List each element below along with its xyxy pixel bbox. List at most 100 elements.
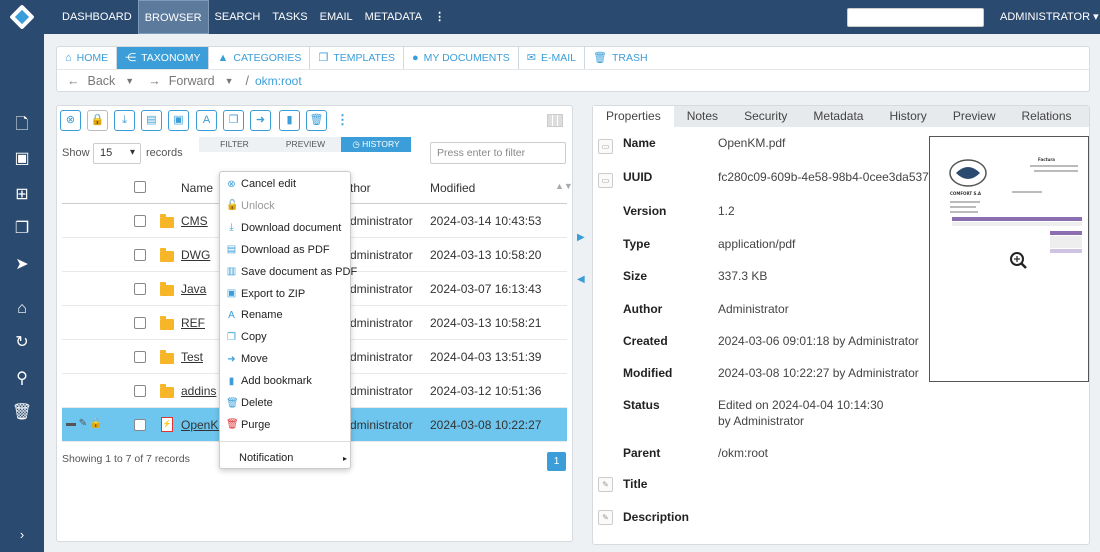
prop-value-author: Administrator bbox=[718, 302, 789, 316]
row-checkbox[interactable] bbox=[134, 385, 146, 397]
menu-item-copy[interactable]: ❐ Copy bbox=[226, 331, 267, 343]
grid-view-icon[interactable] bbox=[547, 114, 563, 127]
menu-item-purge[interactable]: 🗑 Purge bbox=[226, 419, 270, 431]
tab-metadata[interactable]: Metadata bbox=[800, 106, 876, 127]
delete-toolbar-icon[interactable]: 🗑 bbox=[306, 110, 327, 131]
filter-input[interactable]: Press enter to filter bbox=[430, 142, 566, 164]
row-modified: 2024-03-14 10:43:53 bbox=[430, 214, 542, 228]
add-icon[interactable]: ⊞ bbox=[8, 184, 36, 206]
nav-browser[interactable]: BROWSER bbox=[137, 0, 209, 34]
forward-button[interactable]: Forward bbox=[169, 74, 215, 88]
app-logo[interactable] bbox=[0, 0, 44, 34]
tab-my-documents[interactable]: ● MY DOCUMENTS bbox=[404, 47, 519, 69]
zip-toolbar-icon[interactable]: ▣ bbox=[168, 110, 189, 131]
nav-dashboard[interactable]: DASHBOARD bbox=[56, 0, 138, 34]
unlock-toolbar-icon[interactable]: 🔒 bbox=[87, 110, 108, 131]
document-preview[interactable]: COMFORT S.A Factura bbox=[929, 136, 1089, 382]
tab-email[interactable]: ✉ E-MAIL bbox=[519, 47, 586, 69]
trash-sidebar-icon[interactable]: 🗑 bbox=[8, 402, 36, 424]
tab-security[interactable]: Security bbox=[731, 106, 800, 127]
edit-icon[interactable]: ✎ bbox=[598, 477, 613, 492]
search-icon[interactable]: ⚲ bbox=[8, 368, 36, 390]
nav-more-icon[interactable]: ⋮ bbox=[428, 0, 451, 34]
page-1-button[interactable]: 1 bbox=[547, 452, 566, 471]
col-modified[interactable]: Modified bbox=[430, 181, 475, 195]
tab-relations[interactable]: Relations bbox=[1009, 106, 1085, 127]
row-checkbox[interactable] bbox=[134, 351, 146, 363]
bookmark-toolbar-icon[interactable]: ▮ bbox=[279, 110, 300, 131]
menu-item-notification[interactable]: Notification ▸ bbox=[239, 452, 347, 464]
row-name[interactable]: addins bbox=[181, 384, 216, 398]
forward-arrow-icon[interactable]: → bbox=[148, 74, 161, 88]
menu-item-move[interactable]: ➜ Move bbox=[226, 353, 268, 365]
back-dropdown-icon[interactable]: ▼ bbox=[125, 76, 134, 86]
filter-tab[interactable]: FILTER bbox=[199, 137, 270, 152]
new-folder-icon[interactable]: ▣ bbox=[8, 148, 36, 170]
rename-toolbar-icon[interactable]: A bbox=[196, 110, 217, 131]
select-all-checkbox[interactable] bbox=[134, 181, 146, 193]
copy-value-icon[interactable]: ▭ bbox=[598, 139, 613, 154]
expand-right-icon[interactable]: ▶ bbox=[577, 232, 585, 243]
expand-icon[interactable]: › bbox=[8, 524, 36, 546]
menu-item-rename[interactable]: A Rename bbox=[226, 309, 282, 321]
global-search-input[interactable] bbox=[847, 8, 984, 27]
preview-tab[interactable]: PREVIEW bbox=[270, 137, 341, 152]
tab-history[interactable]: History bbox=[876, 106, 939, 127]
more-toolbar-icon[interactable]: ⋮ bbox=[336, 112, 349, 128]
nav-tasks[interactable]: TASKS bbox=[266, 0, 313, 34]
pdf-toolbar-icon[interactable]: ▤ bbox=[141, 110, 162, 131]
menu-item-cancel-edit[interactable]: ⊗ Cancel edit bbox=[226, 178, 296, 190]
menu-item-export-to-zip[interactable]: ▣ Export to ZIP bbox=[226, 288, 305, 300]
cancel-edit-toolbar-icon[interactable]: ⊗ bbox=[60, 110, 81, 131]
tab-trash[interactable]: 🗑 TRASH bbox=[585, 47, 656, 69]
back-button[interactable]: Back bbox=[88, 74, 116, 88]
menu-item-save-document-as-pdf[interactable]: ▥ Save document as PDF bbox=[226, 266, 357, 278]
edit-icon[interactable]: ✎ bbox=[598, 510, 613, 525]
expand-left-icon[interactable]: ◀ bbox=[577, 274, 585, 285]
row-checkbox[interactable] bbox=[134, 215, 146, 227]
page-size-select[interactable]: 15 bbox=[93, 143, 141, 164]
tab-home[interactable]: ⌂ HOME bbox=[57, 47, 118, 69]
menu-item-download-as-pdf[interactable]: ▤ Download as PDF bbox=[226, 244, 330, 256]
row-name[interactable]: Test bbox=[181, 350, 203, 364]
menu-item-delete[interactable]: 🗑 Delete bbox=[226, 397, 273, 409]
menu-item-unlock[interactable]: 🔓 Unlock bbox=[226, 200, 275, 212]
home-sidebar-icon[interactable]: ⌂ bbox=[8, 298, 36, 320]
download-toolbar-icon[interactable]: ⤓ bbox=[114, 110, 135, 131]
tab-templates[interactable]: ❐ TEMPLATES bbox=[310, 47, 404, 69]
copy-icon[interactable]: ❐ bbox=[8, 218, 36, 240]
col-author[interactable]: thor bbox=[350, 181, 371, 195]
move-toolbar-icon[interactable]: ➜ bbox=[250, 110, 271, 131]
user-menu[interactable]: ADMINISTRATOR ▾ bbox=[1000, 0, 1099, 34]
row-name[interactable]: DWG bbox=[181, 248, 210, 262]
row-name[interactable]: CMS bbox=[181, 214, 208, 228]
tab-categories[interactable]: ▲ CATEGORIES bbox=[209, 47, 311, 69]
send-icon[interactable]: ➤ bbox=[8, 254, 36, 276]
col-name[interactable]: Name bbox=[181, 181, 213, 195]
menu-item-download-document[interactable]: ⤓ Download document bbox=[226, 222, 341, 234]
nav-metadata[interactable]: METADATA bbox=[359, 0, 428, 34]
row-name[interactable]: Java bbox=[181, 282, 206, 296]
row-checkbox[interactable] bbox=[134, 249, 146, 261]
nav-search[interactable]: SEARCH bbox=[209, 0, 267, 34]
copy-toolbar-icon[interactable]: ❐ bbox=[223, 110, 244, 131]
copy-value-icon[interactable]: ▭ bbox=[598, 173, 613, 188]
refresh-icon[interactable]: ↻ bbox=[8, 332, 36, 354]
tab-preview[interactable]: Preview bbox=[940, 106, 1009, 127]
prop-label-description: Description bbox=[623, 510, 690, 524]
row-checkbox[interactable] bbox=[134, 419, 146, 431]
forward-dropdown-icon[interactable]: ▼ bbox=[225, 76, 234, 86]
tab-properties[interactable]: Properties bbox=[593, 106, 674, 127]
tab-notes[interactable]: Notes bbox=[674, 106, 731, 127]
nav-email[interactable]: EMAIL bbox=[314, 0, 359, 34]
row-checkbox[interactable] bbox=[134, 317, 146, 329]
breadcrumb-path[interactable]: okm:root bbox=[255, 74, 302, 88]
menu-item-add-bookmark[interactable]: ▮ Add bookmark bbox=[226, 375, 312, 387]
sort-icon[interactable]: ▲▼ bbox=[555, 181, 573, 191]
tab-taxonomy[interactable]: ⋲ TAXONOMY bbox=[117, 47, 210, 69]
back-arrow-icon[interactable]: ← bbox=[67, 74, 80, 88]
row-name[interactable]: REF bbox=[181, 316, 205, 330]
history-tab[interactable]: ◷ HISTORY bbox=[341, 137, 411, 152]
row-checkbox[interactable] bbox=[134, 283, 146, 295]
new-document-icon[interactable]: 🗋 bbox=[8, 114, 36, 136]
